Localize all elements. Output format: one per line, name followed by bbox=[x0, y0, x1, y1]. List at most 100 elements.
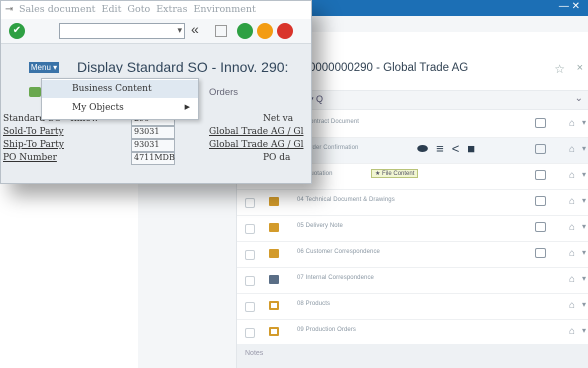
standard-toolbar: ✔ ▾ « bbox=[1, 19, 311, 44]
folder-row[interactable]: 08 Products ⌂ ▾ bbox=[237, 294, 588, 320]
menu-lines-icon[interactable]: ≡ bbox=[436, 141, 444, 156]
folder-name[interactable]: 08 Products bbox=[297, 301, 330, 307]
info-icon[interactable]: ⬬ bbox=[417, 141, 428, 156]
chevron-down-icon[interactable]: ⌄ bbox=[575, 93, 583, 104]
menu-item[interactable]: Extras bbox=[156, 4, 187, 15]
page-title: Display Standard SO - Innov. 290: bbox=[77, 59, 289, 73]
folder-icon bbox=[269, 301, 279, 310]
copy-icon[interactable]: ■ bbox=[467, 141, 475, 156]
folder-name[interactable]: 07 Internal Correspondence bbox=[297, 275, 374, 281]
context-menu: Business Content My Objects ▶ bbox=[41, 78, 199, 120]
field-label[interactable]: PO Number bbox=[3, 153, 57, 163]
comment-icon[interactable] bbox=[535, 222, 546, 232]
right-field-label: Net va bbox=[263, 114, 294, 124]
context-menu-item-label: Business Content bbox=[72, 84, 152, 94]
document-icon[interactable]: ⌂ bbox=[569, 274, 575, 285]
sap-gui-window: ⇥ Sales document Edit Goto Extras Environment… bbox=[0, 0, 312, 184]
form-row: Sold-To Party 93031 Global Trade AG / Gl bbox=[1, 126, 311, 139]
context-menu-item[interactable]: Business Content bbox=[42, 80, 198, 98]
context-menu-item-label: My Objects bbox=[72, 103, 124, 113]
chevron-down-icon[interactable]: ▾ bbox=[582, 144, 586, 153]
content-tag-badge: ★ File Content bbox=[371, 169, 419, 178]
row-checkbox[interactable] bbox=[245, 224, 255, 234]
notes-footer: Notes bbox=[237, 344, 588, 368]
save-icon[interactable] bbox=[215, 25, 227, 37]
comment-icon[interactable] bbox=[535, 248, 546, 258]
row-checkbox[interactable] bbox=[245, 328, 255, 338]
exit-yellow-icon[interactable] bbox=[257, 23, 273, 39]
document-icon[interactable]: ⌂ bbox=[569, 248, 575, 259]
chevron-down-icon[interactable]: ▾ bbox=[582, 248, 586, 257]
context-menu-item[interactable]: My Objects ▶ bbox=[42, 99, 198, 117]
form-row: PO Number 4711MDB PO da bbox=[1, 152, 311, 165]
command-field[interactable]: ▾ bbox=[59, 23, 185, 39]
folder-name[interactable]: 04 Technical Document & Drawings bbox=[297, 197, 395, 203]
party-description-link[interactable]: Global Trade AG / Gl bbox=[209, 127, 303, 137]
chevron-down-icon[interactable]: ▾ bbox=[582, 300, 586, 309]
document-icon[interactable]: ⌂ bbox=[569, 300, 575, 311]
row-checkbox[interactable] bbox=[245, 302, 255, 312]
share-icon[interactable]: < bbox=[452, 141, 460, 156]
folder-row[interactable]: 06 Customer Correspondence ⌂ ▾ bbox=[237, 242, 588, 268]
menu-bar: ⇥ Sales document Edit Goto Extras Environment bbox=[1, 1, 311, 20]
folder-name[interactable]: 06 Customer Correspondence bbox=[297, 249, 380, 255]
chevron-down-icon[interactable]: ▾ bbox=[582, 196, 586, 205]
submenu-arrow-icon: ▶ bbox=[184, 103, 190, 111]
folder-icon bbox=[269, 327, 279, 336]
back-double-arrow-icon[interactable]: « bbox=[191, 21, 199, 37]
chevron-down-icon[interactable]: ▾ bbox=[582, 170, 586, 179]
row-checkbox[interactable] bbox=[245, 276, 255, 286]
folder-row[interactable]: 05 Delivery Note ⌂ ▾ bbox=[237, 216, 588, 242]
field-value[interactable]: 93031 bbox=[131, 126, 175, 139]
field-value[interactable]: 4711MDB bbox=[131, 152, 175, 165]
row-checkbox[interactable] bbox=[245, 250, 255, 260]
chevron-down-icon[interactable]: ▾ bbox=[582, 118, 586, 127]
services-object-icon[interactable] bbox=[29, 87, 41, 97]
party-description-link[interactable]: Global Trade AG / Gl bbox=[209, 140, 303, 150]
menu-item[interactable]: Sales document bbox=[19, 4, 96, 15]
document-title[interactable]: 0000000290 - Global Trade AG bbox=[309, 62, 468, 74]
favorite-star-icon[interactable]: ☆ bbox=[554, 62, 565, 76]
document-icon[interactable]: ⌂ bbox=[569, 222, 575, 233]
chevron-down-icon[interactable]: ▾ bbox=[582, 222, 586, 231]
menu-item[interactable]: Edit bbox=[102, 4, 122, 15]
folder-name[interactable]: 05 Delivery Note bbox=[297, 223, 343, 229]
title-bar: Menu ▾ Display Standard SO - Innov. 290: bbox=[1, 45, 311, 73]
comment-icon[interactable] bbox=[535, 118, 546, 128]
chevron-down-icon[interactable]: ▾ bbox=[582, 274, 586, 283]
back-green-icon[interactable] bbox=[237, 23, 253, 39]
comment-icon[interactable] bbox=[535, 144, 546, 154]
row-checkbox[interactable] bbox=[245, 198, 255, 208]
close-icon[interactable]: × bbox=[577, 62, 583, 74]
chevron-down-icon[interactable]: ▾ bbox=[177, 25, 182, 36]
field-label[interactable]: Sold-To Party bbox=[3, 127, 64, 137]
folder-row[interactable]: 07 Internal Correspondence ⌂ ▾ bbox=[237, 268, 588, 294]
menu-button[interactable]: Menu ▾ bbox=[29, 62, 59, 73]
document-icon[interactable]: ⌂ bbox=[569, 118, 575, 129]
folder-icon bbox=[269, 197, 279, 206]
comment-icon[interactable] bbox=[535, 170, 546, 180]
chevron-down-icon[interactable]: ▾ bbox=[582, 326, 586, 335]
folder-row[interactable]: 04 Technical Document & Drawings ⌂ ▾ bbox=[237, 190, 588, 216]
document-icon[interactable]: ⌂ bbox=[569, 144, 575, 155]
field-value[interactable]: 93031 bbox=[131, 139, 175, 152]
form-row: Ship-To Party 93031 Global Trade AG / Gl bbox=[1, 139, 311, 152]
menu-toggle-icon[interactable]: ⇥ bbox=[5, 4, 13, 15]
window-controls[interactable]: — ✕ bbox=[559, 1, 580, 12]
folder-icon bbox=[269, 223, 279, 232]
document-icon[interactable]: ⌂ bbox=[569, 170, 575, 181]
folder-icon bbox=[269, 249, 279, 258]
document-icon[interactable]: ⌂ bbox=[569, 326, 575, 337]
document-icon[interactable]: ⌂ bbox=[569, 196, 575, 207]
orders-label: Orders bbox=[209, 87, 239, 98]
cancel-red-icon[interactable] bbox=[277, 23, 293, 39]
menu-item[interactable]: Goto bbox=[127, 4, 150, 15]
comment-icon[interactable] bbox=[535, 196, 546, 206]
notes-label: Notes bbox=[245, 350, 264, 357]
enter-check-icon[interactable]: ✔ bbox=[9, 23, 25, 39]
folder-name[interactable]: 09 Production Orders bbox=[297, 327, 356, 333]
folder-icon bbox=[269, 275, 279, 284]
menu-item[interactable]: Environment bbox=[193, 4, 255, 15]
field-label[interactable]: Ship-To Party bbox=[3, 140, 64, 150]
folder-row[interactable]: 09 Production Orders ⌂ ▾ bbox=[237, 320, 588, 346]
